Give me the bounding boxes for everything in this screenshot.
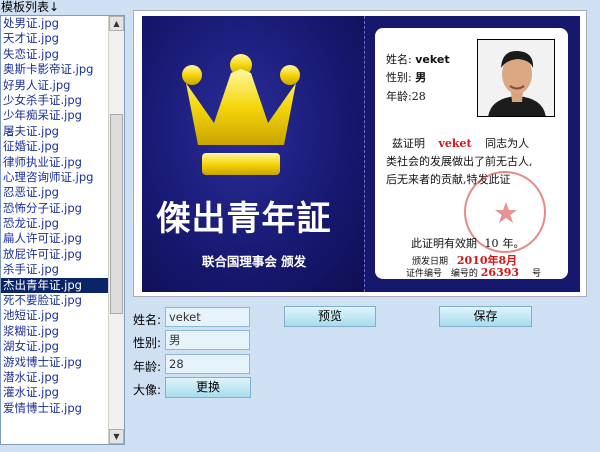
name-input[interactable]: veket <box>165 307 250 327</box>
list-item[interactable]: 屠夫证.jpg <box>1 124 108 139</box>
list-item[interactable]: 律师执业证.jpg <box>1 155 108 170</box>
list-item[interactable]: 灌水证.jpg <box>1 385 108 400</box>
list-item[interactable]: 天才证.jpg <box>1 31 108 46</box>
template-list-items: 处男证.jpg 天才证.jpg 失恋证.jpg 奥斯卡影帝证.jpg 好男人证.jpg 少… <box>1 16 108 416</box>
avatar-photo <box>477 39 555 117</box>
star-icon <box>495 202 517 223</box>
list-item[interactable]: 爱情博士证.jpg <box>1 401 108 416</box>
list-item[interactable]: 奥斯卡影帝证.jpg <box>1 62 108 77</box>
triangle-down-icon[interactable]: ▼ <box>109 429 124 444</box>
list-item[interactable]: 杀手证.jpg <box>1 262 108 277</box>
list-item[interactable]: 杰出青年证.jpg <box>1 277 108 294</box>
crown-icon <box>182 54 300 175</box>
gender-input[interactable]: 男 <box>165 330 250 350</box>
list-item[interactable]: 恐怖分子证.jpg <box>1 201 108 216</box>
list-item[interactable]: 池短证.jpg <box>1 308 108 323</box>
card-gender-line: 性别: 男 <box>386 71 427 84</box>
list-item[interactable]: 恐龙证.jpg <box>1 216 108 231</box>
list-item[interactable]: 征婚证.jpg <box>1 139 108 154</box>
list-item[interactable]: 心理咨询师证.jpg <box>1 170 108 185</box>
name-label: 姓名: <box>133 313 162 327</box>
save-button[interactable]: 保存 <box>439 306 532 327</box>
age-label: 年龄: <box>133 360 162 374</box>
gender-label: 性别: <box>133 336 162 350</box>
cert-valid-line: 此证明有效期 10 年。 <box>411 237 525 250</box>
list-item[interactable]: 游戏博士证.jpg <box>1 355 108 370</box>
card-divider <box>364 16 365 292</box>
list-item[interactable]: 湖女证.jpg <box>1 339 108 354</box>
list-item[interactable]: 忍恶证.jpg <box>1 185 108 200</box>
card-age-line: 年龄:28 <box>386 90 426 103</box>
card-name-line: 姓名: veket <box>386 53 450 66</box>
certificate-preview: 傑出青年証 联合国理事会 颁发 姓名: veket 性别: 男 年龄:28 兹证… <box>133 10 587 297</box>
vertical-scrollbar[interactable]: ▲ ▼ <box>108 16 124 444</box>
avatar-label: 大像: <box>133 383 162 397</box>
list-item[interactable]: 好男人证.jpg <box>1 78 108 93</box>
template-list-title: 模板列表↓ <box>1 0 60 14</box>
list-item[interactable]: 扁人许可证.jpg <box>1 231 108 246</box>
cert-line-1: 兹证明 veket 同志为人 <box>392 137 530 150</box>
list-item[interactable]: 少年痴呆证.jpg <box>1 108 108 123</box>
cert-line-2: 类社会的发展做出了前无古人, <box>386 155 533 168</box>
card-issuer: 联合国理事会 颁发 <box>201 254 307 269</box>
list-item[interactable]: 潜水证.jpg <box>1 370 108 385</box>
age-input[interactable]: 28 <box>165 354 250 374</box>
triangle-up-icon[interactable]: ▲ <box>109 16 124 31</box>
card-title: 傑出青年証 <box>156 199 332 239</box>
list-item[interactable]: 少女杀手证.jpg <box>1 93 108 108</box>
list-item[interactable]: 失恋证.jpg <box>1 47 108 62</box>
list-item[interactable]: 处男证.jpg <box>1 16 108 31</box>
change-avatar-button[interactable]: 更换 <box>165 377 251 398</box>
preview-button[interactable]: 预览 <box>284 306 376 327</box>
template-listbox[interactable]: 处男证.jpg 天才证.jpg 失恋证.jpg 奥斯卡影帝证.jpg 好男人证.jpg 少… <box>0 15 125 445</box>
list-item[interactable]: 死不要脸证.jpg <box>1 293 108 308</box>
list-item[interactable]: 浆糊证.jpg <box>1 324 108 339</box>
list-item[interactable]: 放屁许可证.jpg <box>1 247 108 262</box>
cert-number-line: 证件编号 编号的 26393 号 <box>406 266 541 279</box>
scrollbar-thumb[interactable] <box>110 114 123 314</box>
